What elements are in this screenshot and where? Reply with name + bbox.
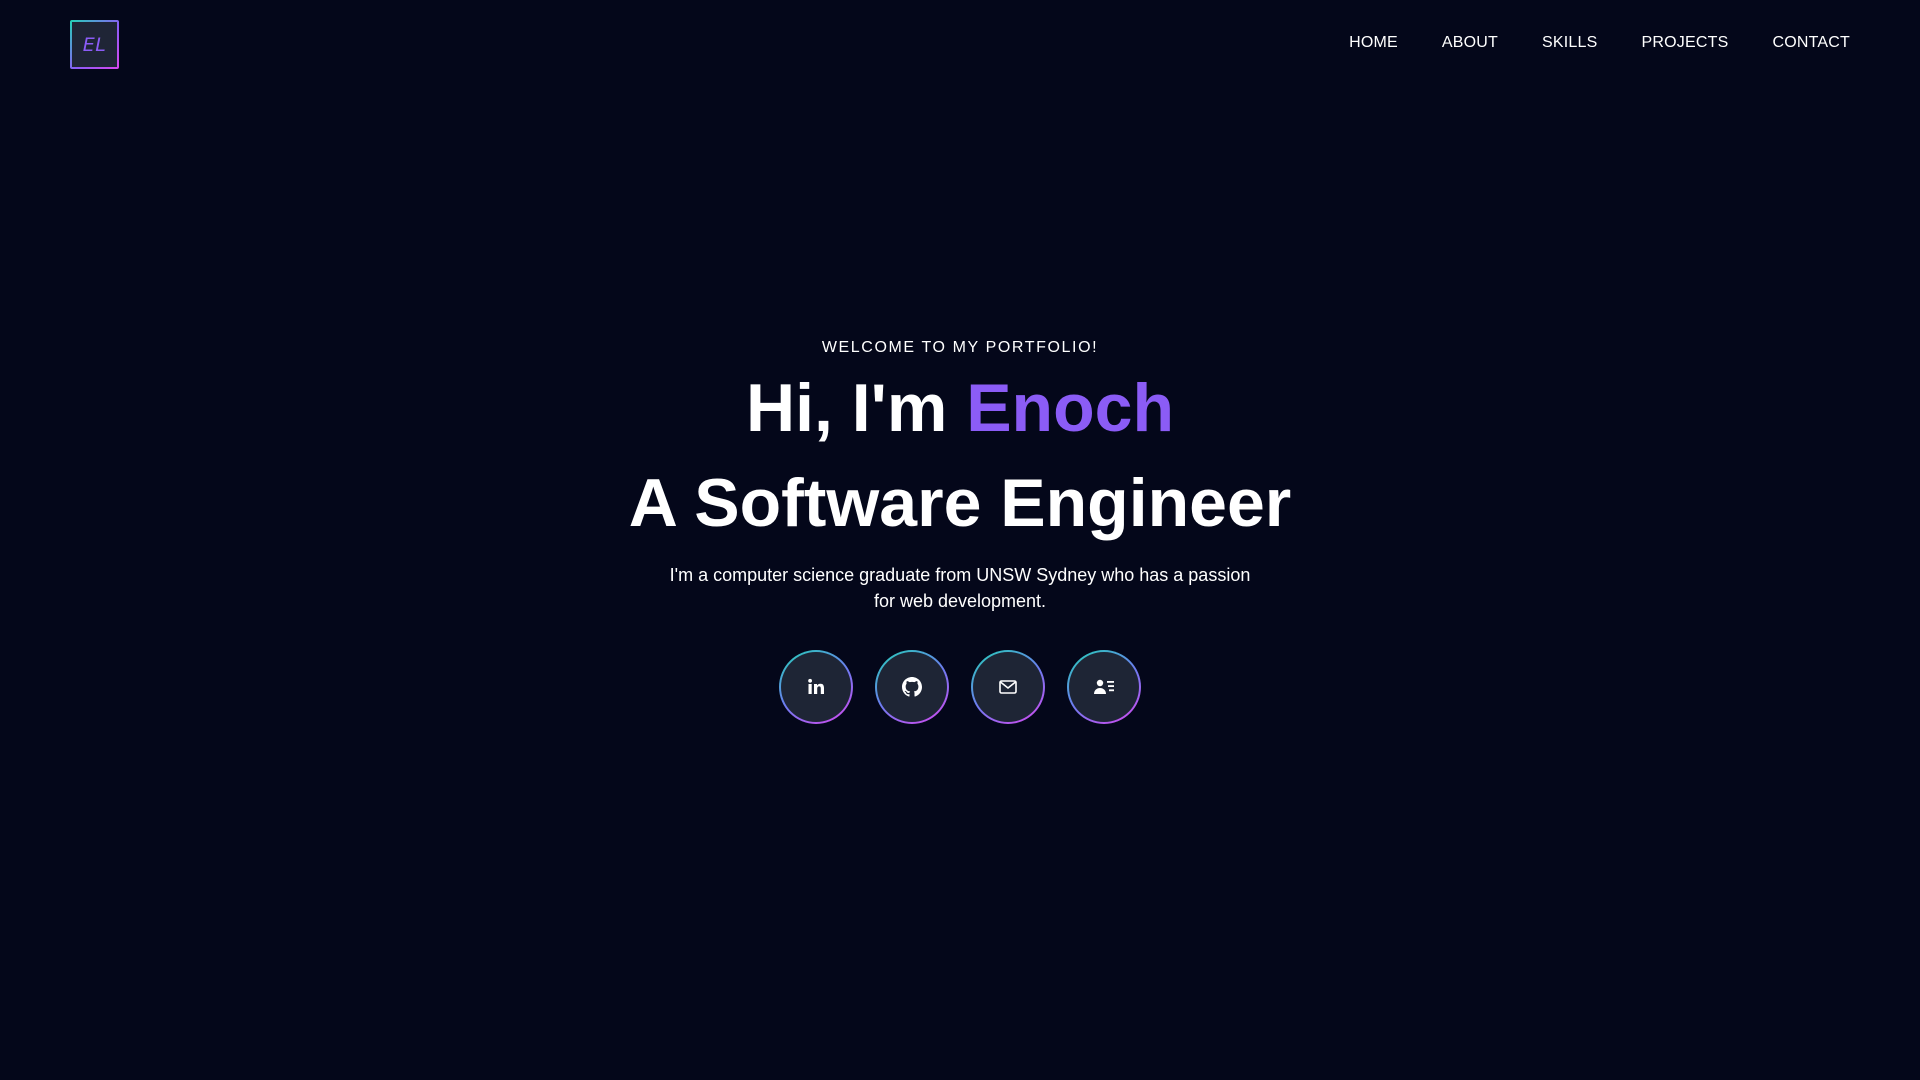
nav-contact[interactable]: CONTACT xyxy=(1772,34,1850,52)
nav-about[interactable]: ABOUT xyxy=(1442,34,1498,52)
nav-projects[interactable]: PROJECTS xyxy=(1642,34,1729,52)
nav-skills[interactable]: SKILLS xyxy=(1542,34,1597,52)
hero-role: A Software Engineer xyxy=(628,465,1292,541)
github-button[interactable] xyxy=(875,650,949,724)
nav-home[interactable]: HOME xyxy=(1349,34,1398,52)
mail-icon xyxy=(999,680,1017,694)
social-links xyxy=(0,650,1920,724)
welcome-text: WELCOME TO MY PORTFOLIO! xyxy=(821,339,1099,356)
main-nav: HOME ABOUT SKILLS PROJECTS CONTACT xyxy=(1349,34,1850,52)
portfolio-page: EL HOME ABOUT SKILLS PROJECTS CONTACT WE… xyxy=(0,0,1920,1080)
logo-text: EL xyxy=(82,33,107,56)
hero-name: Enoch xyxy=(966,370,1174,446)
greeting-prefix: Hi, I'm xyxy=(746,370,967,446)
hero-greeting: Hi, I'm Enoch xyxy=(0,368,1920,448)
github-icon xyxy=(902,677,922,697)
contact-card-icon xyxy=(1093,678,1115,696)
resume-button[interactable] xyxy=(1067,650,1141,724)
logo[interactable]: EL xyxy=(70,20,119,69)
hero-description: I'm a computer science graduate from UNS… xyxy=(669,565,1251,611)
email-button[interactable] xyxy=(971,650,1045,724)
linkedin-button[interactable] xyxy=(779,650,853,724)
linkedin-icon xyxy=(806,677,826,697)
